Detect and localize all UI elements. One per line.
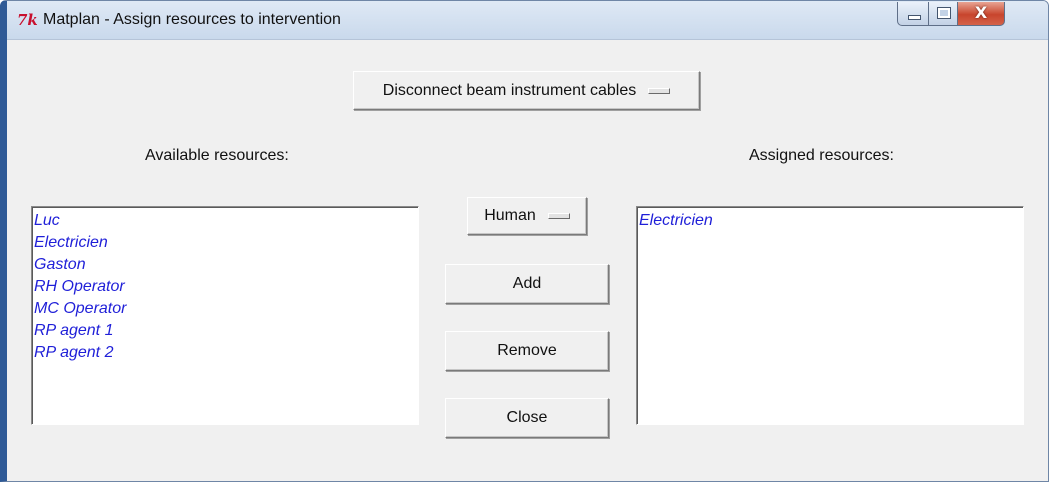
intervention-menubutton[interactable]: Disconnect beam instrument cables <box>353 71 700 110</box>
close-button[interactable]: Close <box>445 398 609 438</box>
assigned-resources-list[interactable]: Electricien <box>636 206 1024 425</box>
intervention-selected: Disconnect beam instrument cables <box>382 81 637 99</box>
minimize-button[interactable] <box>897 2 929 26</box>
available-resources-label: Available resources: <box>145 147 289 164</box>
list-item[interactable]: Electricien <box>34 232 416 254</box>
window-title: Matplan - Assign resources to interventi… <box>43 11 341 28</box>
list-item[interactable]: RP agent 2 <box>34 342 416 364</box>
list-item[interactable]: Gaston <box>34 254 416 276</box>
option-menu-indicator-icon <box>648 87 671 94</box>
option-menu-indicator-icon <box>547 213 570 219</box>
list-item[interactable]: MC Operator <box>34 298 416 320</box>
resource-type-selected: Human <box>484 207 536 224</box>
add-button[interactable]: Add <box>445 264 609 304</box>
remove-button[interactable]: Remove <box>445 331 609 371</box>
title-bar[interactable]: 7k Matplan - Assign resources to interve… <box>7 1 1048 40</box>
minimize-icon <box>908 15 921 20</box>
resource-type-menubutton[interactable]: Human <box>467 197 587 235</box>
available-resources-list[interactable]: Luc Electricien Gaston RH Operator MC Op… <box>31 206 419 425</box>
close-icon: X <box>974 3 988 22</box>
assigned-resources-label: Assigned resources: <box>749 147 894 164</box>
list-item[interactable]: Luc <box>34 210 416 232</box>
list-item[interactable]: RP agent 1 <box>34 320 416 342</box>
close-window-button[interactable]: X <box>957 2 1005 26</box>
dialog-window: 7k Matplan - Assign resources to interve… <box>0 0 1049 482</box>
maximize-icon <box>937 7 951 19</box>
list-item[interactable]: Electricien <box>639 210 1021 232</box>
list-item[interactable]: RH Operator <box>34 276 416 298</box>
maximize-button[interactable] <box>928 2 958 26</box>
tk-app-icon: 7k <box>17 11 38 29</box>
